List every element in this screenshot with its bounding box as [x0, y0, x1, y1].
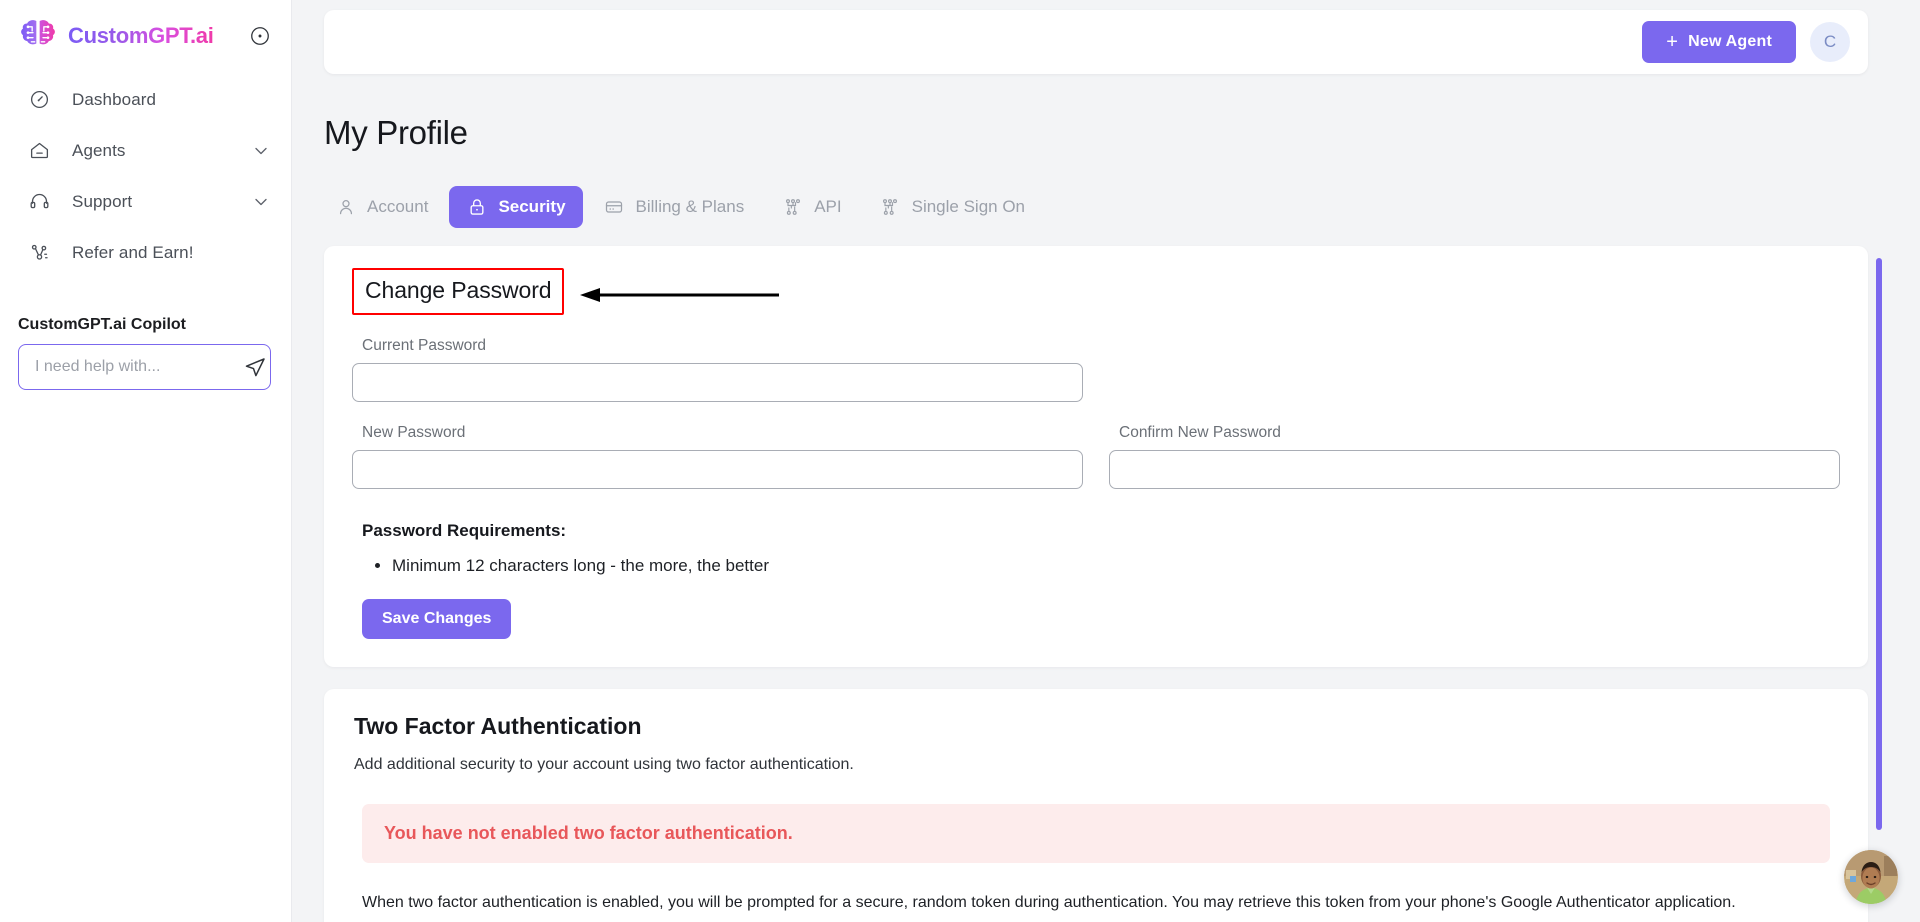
- new-password-row: New Password Confirm New Password: [352, 402, 1840, 489]
- sidebar-nav: Dashboard Agents Support Refer and Earn!: [0, 66, 291, 278]
- two-factor-description: When two factor authentication is enable…: [362, 893, 1736, 911]
- save-changes-button[interactable]: Save Changes: [362, 598, 512, 639]
- scroll-area: Change Password Current Password New Pas…: [292, 246, 1920, 922]
- new-agent-button[interactable]: + New Agent: [1642, 21, 1796, 63]
- spacer-col: [1109, 315, 1840, 402]
- password-requirements-list: Minimum 12 characters long - the more, t…: [392, 553, 1840, 579]
- sidebar-item-label: Refer and Earn!: [72, 242, 194, 262]
- nodes-icon: [782, 197, 803, 218]
- sidebar-item-agents[interactable]: Agents: [0, 125, 291, 176]
- brain-icon: [18, 16, 58, 56]
- copilot-input[interactable]: [35, 358, 242, 376]
- new-password-label: New Password: [362, 424, 466, 441]
- brand-name: CustomGPT.ai: [68, 23, 214, 48]
- chevron-down-icon[interactable]: [251, 192, 271, 212]
- current-password-row: Current Password: [352, 315, 1840, 402]
- sidebar-item-support[interactable]: Support: [0, 176, 291, 227]
- two-factor-title: Two Factor Authentication: [354, 712, 642, 739]
- home-icon: [28, 140, 50, 162]
- sidebar: CustomGPT.ai Dashboard Agents Support Re…: [0, 0, 292, 922]
- two-factor-subtitle: Add additional security to your account …: [354, 755, 854, 773]
- new-password-input[interactable]: [352, 450, 1083, 489]
- credit-card-icon: [604, 197, 625, 218]
- new-password-field-group: New Password: [352, 402, 1083, 489]
- tab-label: Single Sign On: [911, 197, 1026, 216]
- agent-avatar-photo[interactable]: [1844, 850, 1898, 904]
- sidebar-item-label: Agents: [72, 140, 126, 160]
- two-factor-status-alert: You have not enabled two factor authenti…: [362, 803, 1830, 863]
- two-factor-card: Two Factor Authentication Add additional…: [324, 688, 1868, 922]
- tab-label: Billing & Plans: [635, 197, 745, 216]
- current-password-label: Current Password: [362, 337, 487, 354]
- plus-icon: +: [1666, 31, 1679, 53]
- headset-icon: [28, 191, 50, 213]
- list-item: Minimum 12 characters long - the more, t…: [392, 553, 1840, 579]
- new-agent-label: New Agent: [1688, 33, 1772, 50]
- change-password-title-wrap: Change Password: [352, 268, 779, 315]
- gauge-icon: [28, 89, 50, 111]
- profile-tabs: Account Security Billing & Plans API Sin…: [318, 186, 1920, 228]
- brand: CustomGPT.ai: [0, 0, 291, 66]
- tab-security[interactable]: Security: [449, 186, 583, 228]
- circle-dot-icon[interactable]: [247, 23, 273, 49]
- tab-account[interactable]: Account: [318, 186, 445, 228]
- vertical-scrollbar[interactable]: [1876, 258, 1882, 830]
- chevron-down-icon[interactable]: [251, 141, 271, 161]
- confirm-password-label: Confirm New Password: [1119, 424, 1281, 441]
- avatar[interactable]: C: [1810, 22, 1850, 62]
- change-password-card: Change Password Current Password New Pas…: [324, 246, 1868, 667]
- copilot-title: CustomGPT.ai Copilot: [18, 316, 186, 333]
- tab-billing-and-plans[interactable]: Billing & Plans: [587, 186, 762, 228]
- tab-label: Account: [367, 197, 429, 216]
- tab-label: Security: [498, 197, 566, 216]
- app-root: CustomGPT.ai Dashboard Agents Support Re…: [0, 0, 1920, 922]
- annotation-arrow-icon: [574, 284, 784, 311]
- tab-label: API: [814, 197, 842, 216]
- sidebar-item-label: Dashboard: [72, 89, 157, 109]
- password-requirements-title: Password Requirements:: [362, 521, 567, 540]
- share-nodes-icon: [28, 242, 50, 264]
- topbar: + New Agent C: [324, 10, 1868, 74]
- sidebar-item-dashboard[interactable]: Dashboard: [0, 74, 291, 125]
- annotation-highlight-box: Change Password: [352, 268, 565, 315]
- confirm-password-input[interactable]: [1109, 450, 1840, 489]
- sidebar-item-refer-and-earn[interactable]: Refer and Earn!: [0, 227, 291, 278]
- nodes-icon: [880, 197, 901, 218]
- confirm-password-field-group: Confirm New Password: [1109, 402, 1840, 489]
- lock-icon: [466, 197, 487, 218]
- copilot-input-wrap[interactable]: [18, 344, 271, 390]
- user-icon: [335, 197, 356, 218]
- current-password-field-group: Current Password: [352, 315, 1083, 402]
- sidebar-item-label: Support: [72, 191, 133, 211]
- paper-plane-icon[interactable]: [242, 354, 268, 380]
- page-title: My Profile: [324, 114, 468, 151]
- current-password-input[interactable]: [352, 363, 1083, 402]
- tab-api[interactable]: API: [765, 186, 858, 228]
- main-content: + New Agent C My Profile Account Securit…: [292, 0, 1920, 922]
- change-password-title: Change Password: [365, 277, 552, 303]
- tab-single-sign-on[interactable]: Single Sign On: [863, 186, 1042, 228]
